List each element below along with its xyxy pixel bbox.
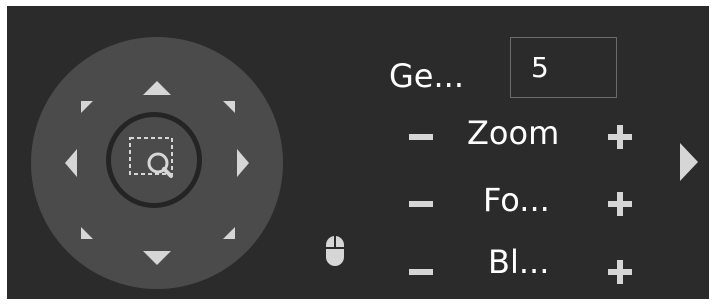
mouse-icon <box>324 234 346 272</box>
speed-label: Ge... <box>389 57 464 95</box>
focus-label: Fo... <box>483 181 550 219</box>
ptz-joystick <box>31 37 283 289</box>
zoom-area-icon <box>129 137 173 178</box>
arrow-left-icon[interactable] <box>61 147 81 179</box>
zoom-minus-button[interactable] <box>406 122 436 152</box>
speed-input[interactable] <box>510 37 617 98</box>
iris-plus-button[interactable] <box>605 257 635 287</box>
iris-label: Bl... <box>488 243 550 281</box>
zoom-area-button[interactable] <box>106 112 202 208</box>
arrow-right-icon[interactable] <box>233 147 253 179</box>
arrow-up-icon[interactable] <box>141 77 173 97</box>
chevron-right-icon[interactable] <box>678 141 700 187</box>
arrow-down-icon[interactable] <box>141 249 173 269</box>
focus-minus-button[interactable] <box>406 189 436 219</box>
iris-minus-button[interactable] <box>406 257 436 287</box>
arrow-up-left-icon[interactable] <box>79 99 95 115</box>
zoom-plus-button[interactable] <box>605 122 635 152</box>
arrow-up-right-icon[interactable] <box>221 99 237 115</box>
arrow-down-right-icon[interactable] <box>221 225 237 241</box>
zoom-label: Zoom <box>467 114 560 152</box>
arrow-down-left-icon[interactable] <box>79 225 95 241</box>
focus-plus-button[interactable] <box>605 189 635 219</box>
ptz-control-panel: Ge... Zoom Fo... Bl... <box>7 6 709 299</box>
